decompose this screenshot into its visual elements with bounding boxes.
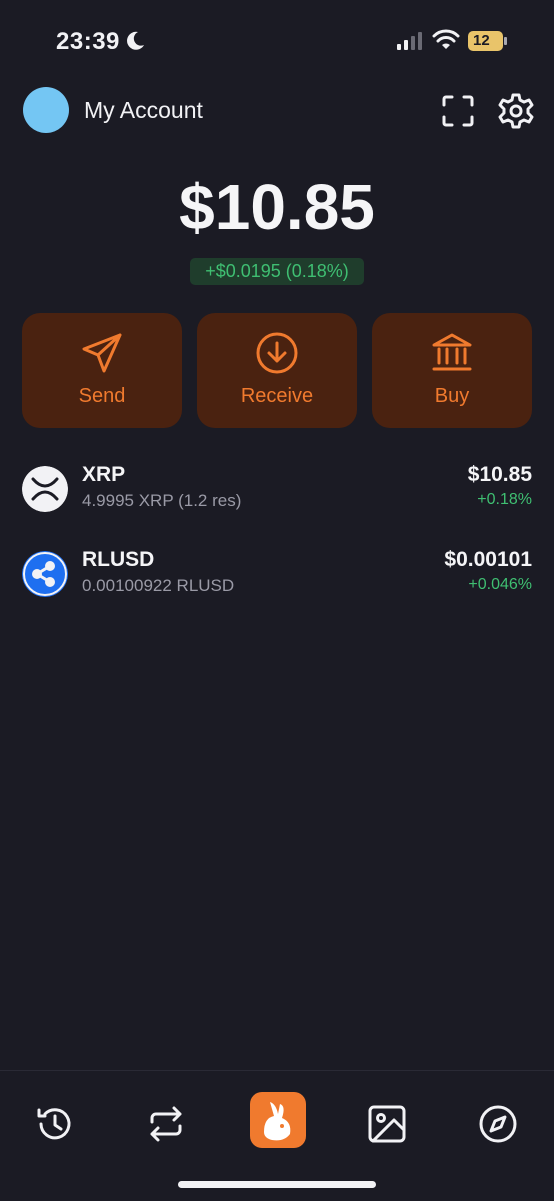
tab-home[interactable] (250, 1092, 306, 1148)
asset-row-rlusd[interactable]: RLUSD 0.00100922 RLUSD $0.00101 +0.046% (22, 542, 532, 606)
gear-icon[interactable] (496, 91, 536, 131)
asset-change: +0.046% (468, 576, 532, 593)
account-name[interactable]: My Account (84, 97, 203, 124)
asset-amount: 4.9995 XRP (1.2 res) (82, 491, 242, 510)
home-indicator (178, 1181, 376, 1188)
history-icon (37, 1108, 71, 1140)
home-rabbit-icon (264, 1102, 291, 1141)
signal-icon (397, 32, 422, 50)
send-button[interactable]: Send (22, 313, 182, 428)
asset-name: XRP (82, 463, 126, 486)
swap-icon (150, 1106, 182, 1142)
bank-icon (432, 333, 472, 371)
image-gallery-icon (368, 1105, 406, 1143)
send-label: Send (78, 385, 126, 407)
status-time: 23:39 (56, 28, 120, 55)
wifi-icon (432, 29, 460, 49)
tab-explore[interactable] (470, 1096, 526, 1152)
action-buttons: Send Receive Buy (22, 313, 532, 428)
account-header: My Account (22, 85, 534, 137)
total-balance: $10.85 (179, 171, 375, 243)
xrp-icon (22, 466, 68, 512)
receive-label: Receive (240, 385, 314, 407)
tab-gallery[interactable] (359, 1096, 415, 1152)
tab-history[interactable] (27, 1096, 83, 1152)
asset-amount: 0.00100922 RLUSD (82, 576, 235, 595)
asset-change: +0.18% (477, 491, 532, 508)
avatar[interactable] (23, 87, 69, 133)
buy-label: Buy (434, 385, 470, 407)
scan-icon[interactable] (440, 93, 476, 129)
asset-name: RLUSD (82, 548, 155, 571)
moon-icon (127, 31, 144, 50)
asset-value: $0.00101 (444, 548, 532, 571)
compass-icon (479, 1105, 517, 1143)
status-bar: 23:39 12 (0, 0, 554, 80)
tab-swap[interactable] (138, 1096, 194, 1152)
battery-level: 12 (473, 32, 490, 49)
asset-value: $10.85 (467, 463, 532, 486)
balance-change-badge: +$0.0195 (0.18%) (190, 258, 364, 285)
buy-button[interactable]: Buy (372, 313, 532, 428)
ripple-icon (22, 551, 68, 597)
send-icon (82, 333, 122, 373)
receive-icon (256, 332, 298, 374)
asset-row-xrp[interactable]: XRP 4.9995 XRP (1.2 res) $10.85 +0.18% (22, 457, 532, 521)
receive-button[interactable]: Receive (197, 313, 357, 428)
